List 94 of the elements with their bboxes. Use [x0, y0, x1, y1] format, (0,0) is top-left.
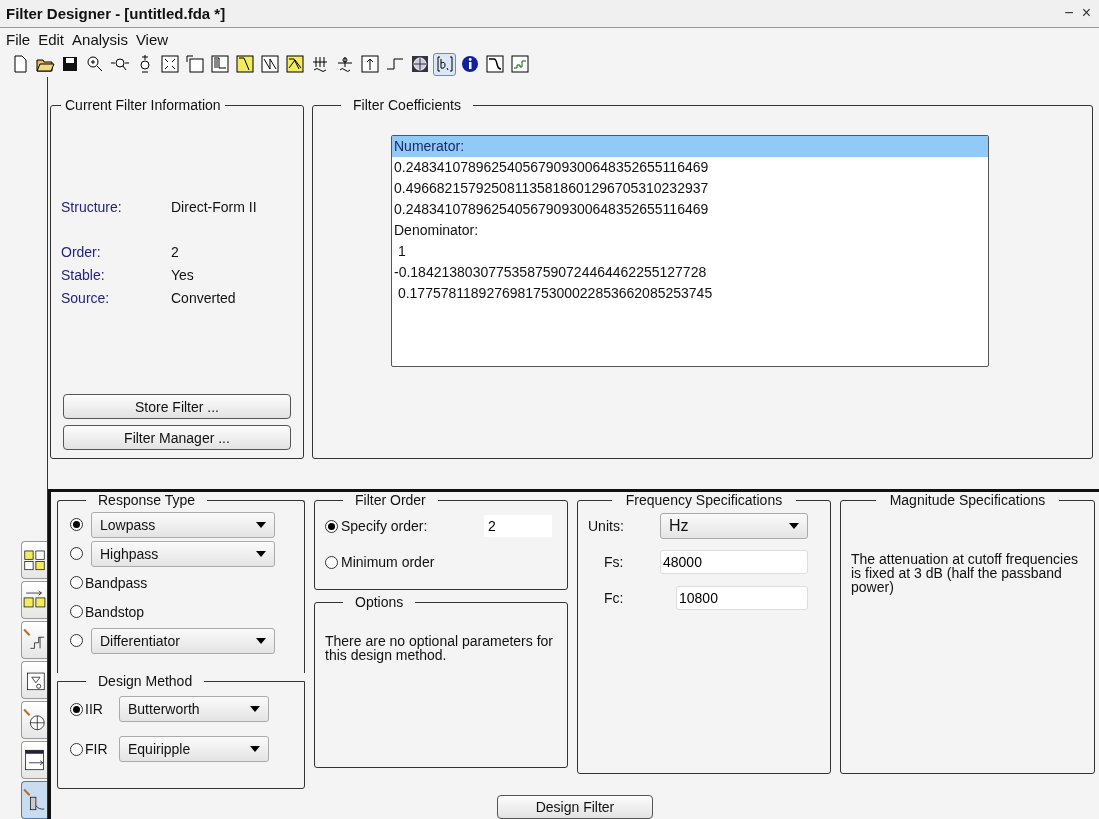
dropdown[interactable]: Hz — [660, 513, 808, 539]
caret-icon — [250, 746, 260, 752]
radio-button[interactable] — [70, 702, 83, 716]
list-item[interactable]: 0.177578118927698175300022853662085253745 — [392, 283, 988, 304]
field-label: Units: — [588, 518, 625, 534]
field-label: Stable: — [61, 266, 106, 283]
pencil-filter-icon — [22, 787, 47, 813]
window-icon — [184, 54, 205, 75]
radio-button[interactable] — [70, 547, 83, 560]
list-item[interactable]: 0.248341078962540567909300648352655116469 — [392, 199, 988, 220]
noise-power-icon — [509, 54, 530, 75]
input-field[interactable]: 48000 — [660, 550, 808, 574]
dropdown[interactable]: Equiripple — [119, 736, 269, 762]
magnitude-estimate-icon — [484, 54, 505, 75]
field-label: Structure: — [61, 198, 123, 215]
phase-plot-icon — [259, 54, 280, 75]
panel-title: Magnitude Specifications — [888, 492, 1047, 508]
menu-item[interactable]: View — [135, 31, 169, 48]
field-value: 2 — [171, 243, 179, 260]
push-button[interactable]: Filter Manager ... — [63, 425, 291, 450]
field-value: Converted — [171, 289, 236, 306]
panel-title: Current Filter Information — [64, 97, 222, 113]
field-value: Direct-Form II — [171, 198, 257, 215]
panel-title: Options — [354, 594, 405, 610]
window-title: Filter Designer - [untitled.fda *] — [6, 4, 226, 22]
option-label: Bandstop — [85, 603, 145, 620]
impulse-response-icon — [359, 54, 380, 75]
full-view-icon — [159, 54, 180, 75]
sidebar-button[interactable] — [21, 661, 47, 699]
dropdown[interactable]: Lowpass — [91, 511, 275, 538]
list-item[interactable]: 0.248341078962540567909300648352655116469 — [392, 157, 988, 178]
dropdown[interactable]: Butterworth — [119, 696, 269, 722]
pencil-pole-zero-icon — [22, 707, 47, 733]
input-field[interactable]: 10800 — [676, 586, 808, 610]
list-item[interactable]: 0.496682157925081135818601296705310232937 — [392, 178, 988, 199]
toolbar-button[interactable] — [233, 52, 256, 76]
option-label: Specify order: — [341, 518, 429, 534]
magnitude-plot-icon — [234, 54, 255, 75]
caret-icon — [250, 706, 260, 712]
field-label: Fs: — [603, 554, 625, 570]
option-label: Minimum order — [341, 554, 436, 570]
menu-item[interactable]: Edit — [38, 31, 65, 48]
radio-button[interactable] — [70, 742, 83, 756]
import-window-icon — [22, 747, 47, 773]
pole-zero-plot-icon — [409, 54, 430, 75]
list-item[interactable]: Numerator: — [392, 136, 988, 157]
list-item[interactable]: 1 — [392, 241, 988, 262]
toolbar-button[interactable] — [483, 52, 506, 76]
menu-item[interactable]: File — [6, 31, 31, 48]
dropdown[interactable]: Differentiator — [91, 627, 275, 654]
panel-title: Response Type — [97, 492, 197, 508]
magnitude-phase-icon — [284, 54, 305, 75]
option-label: FIR — [85, 741, 109, 757]
window-control-button[interactable]: × — [1079, 4, 1093, 23]
caret-icon — [789, 523, 799, 529]
push-button[interactable]: Store Filter ... — [63, 394, 291, 419]
coefficients-icon — [434, 54, 455, 75]
info-icon — [459, 54, 480, 75]
toolbar-button[interactable] — [283, 52, 306, 76]
radio-button[interactable] — [70, 576, 83, 589]
field-label: Source: — [61, 289, 111, 306]
toolbar-button[interactable] — [433, 52, 456, 76]
design-filter-button[interactable]: Design Filter — [497, 795, 653, 819]
radio-button[interactable] — [325, 519, 338, 533]
toolbar-button[interactable] — [258, 52, 281, 76]
note-text: The attenuation at cutoff frequencies is fixed at 3 dB (half the passband power) — [851, 552, 1079, 594]
note-text: There are no optional parameters for this design method. — [325, 634, 554, 662]
option-label: IIR — [85, 701, 104, 717]
radio-button[interactable] — [70, 605, 83, 618]
radio-button[interactable] — [70, 634, 83, 647]
magnitude-plot-icon — [209, 54, 230, 75]
toolbar-button[interactable] — [158, 52, 181, 76]
panel-title: Filter Order — [354, 492, 427, 508]
list-item[interactable]: Denominator: — [392, 220, 988, 241]
radio-button[interactable] — [70, 518, 83, 531]
sidebar-button[interactable] — [21, 741, 47, 779]
panel-title: Frequency Specifications — [624, 492, 784, 508]
dropdown[interactable]: Highpass — [91, 540, 275, 567]
radio-button[interactable] — [325, 555, 338, 569]
panel-title: Design Method — [97, 673, 194, 689]
caret-icon — [256, 521, 266, 528]
field-value: Yes — [171, 266, 194, 283]
field-label: Order: — [61, 243, 102, 260]
sidebar-button[interactable] — [21, 541, 47, 579]
option-label: Bandpass — [85, 574, 148, 591]
caret-icon — [256, 550, 266, 557]
transform-icon — [22, 547, 47, 573]
window-control-button[interactable]: − — [1062, 4, 1076, 23]
caret-icon — [256, 637, 266, 644]
menu-item[interactable]: Analysis — [72, 31, 128, 48]
list-item[interactable]: -0.18421380307753587590724464462255127728 — [392, 262, 988, 283]
field-label: Fc: — [603, 590, 625, 606]
panel-title: Filter Coefficients — [352, 97, 462, 113]
order-field[interactable]: 2 — [484, 515, 552, 537]
